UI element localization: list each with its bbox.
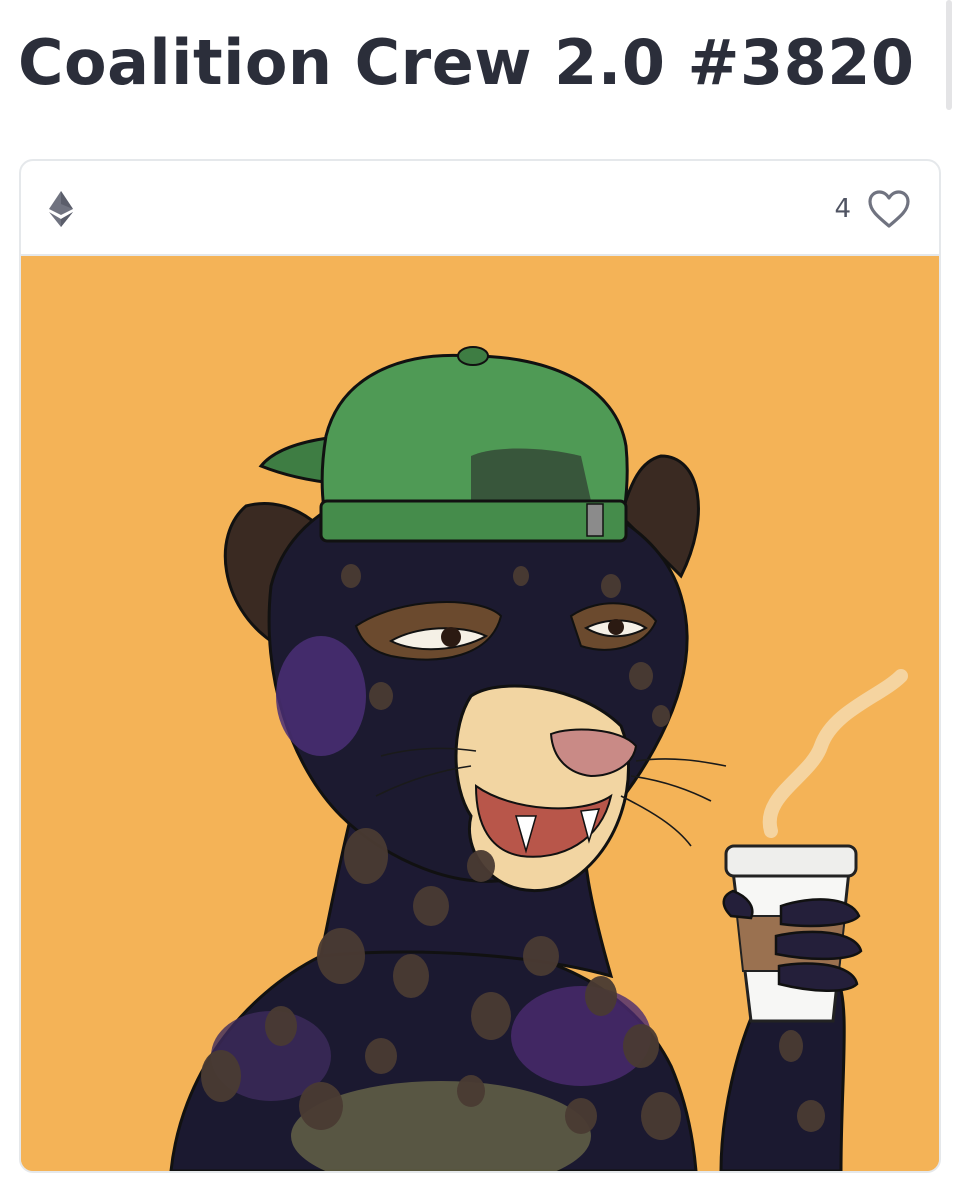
jaguar-artwork bbox=[21, 256, 939, 1171]
heart-outline-icon bbox=[868, 190, 910, 228]
card-header: 4 bbox=[21, 161, 939, 256]
page-scrollbar[interactable] bbox=[946, 0, 952, 110]
page-title: Coalition Crew 2.0 #3820 bbox=[18, 26, 915, 99]
nft-card: 4 bbox=[19, 159, 941, 1173]
nft-artwork[interactable] bbox=[21, 256, 939, 1171]
ethereum-icon bbox=[49, 191, 73, 227]
like-count: 4 bbox=[834, 194, 851, 224]
favorite-button[interactable] bbox=[867, 189, 911, 229]
